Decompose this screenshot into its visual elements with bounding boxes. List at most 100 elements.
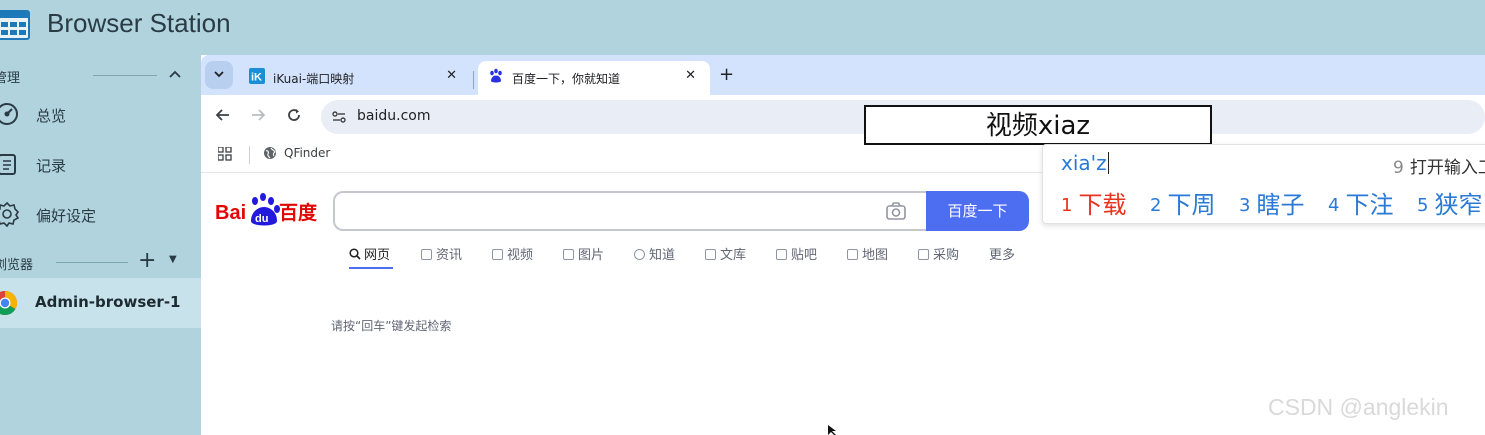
site-settings-icon[interactable] <box>331 109 347 125</box>
candidate-text: 下载 <box>1078 191 1127 219</box>
nav-more[interactable]: 更多 <box>989 244 1015 263</box>
search-icon <box>349 248 361 260</box>
hint-number: 9 <box>1393 158 1404 178</box>
manage-section-header[interactable]: 管理 <box>0 64 201 86</box>
nav-label: 地图 <box>862 248 889 263</box>
nav-label: 图片 <box>578 248 605 263</box>
new-tab-icon[interactable]: + <box>719 64 734 85</box>
bookmark-qfinder[interactable]: QFinder <box>263 146 330 160</box>
browsers-section-header: 浏览器 + ▼ <box>0 248 201 273</box>
candidate-number: 4 <box>1328 195 1340 216</box>
ime-candidate[interactable]: 3 瞎子 <box>1239 185 1304 220</box>
svg-text:Bai: Bai <box>215 202 246 224</box>
baidu-search-button[interactable]: 百度一下 <box>926 191 1029 231</box>
sidebar-item-label: 记录 <box>36 157 67 175</box>
browsers-section-label: 浏览器 <box>0 258 34 273</box>
ime-candidate[interactable]: 5 狭窄 <box>1417 185 1482 220</box>
browser-window: iK iKuai-端口映射 ✕ 百度一下，你就知道 ✕ + baidu.com … <box>201 55 1485 435</box>
candidate-text: 下注 <box>1345 191 1394 219</box>
tab-search-button[interactable] <box>205 61 233 89</box>
dashboard-icon <box>0 103 18 125</box>
svg-text:百度: 百度 <box>279 201 318 224</box>
apps-grid-icon[interactable] <box>218 147 232 161</box>
clipboard-icon <box>0 154 16 175</box>
url-text: baidu.com <box>357 108 431 124</box>
ime-candidate[interactable]: 2 下周 <box>1150 185 1215 220</box>
chevron-down-icon <box>214 71 224 78</box>
caret-down-icon[interactable]: ▼ <box>169 254 177 265</box>
baidu-logo[interactable]: Bai du 百度 <box>215 191 321 229</box>
nav-wenku[interactable]: 文库 <box>705 244 746 263</box>
active-browser-label: Admin-browser-1 <box>35 293 181 311</box>
hint-text: 打开输入工具箱 <box>1409 158 1485 178</box>
map-icon <box>847 249 858 260</box>
baidu-search-input[interactable] <box>333 191 927 231</box>
tab-divider <box>473 71 474 89</box>
close-tab-icon[interactable]: ✕ <box>446 68 457 83</box>
ime-candidate[interactable]: 4 下注 <box>1328 185 1393 220</box>
sidebar-item-preferences[interactable]: 偏好设定 <box>0 193 201 235</box>
manage-section-label: 管理 <box>0 71 21 86</box>
close-tab-icon[interactable]: ✕ <box>685 68 696 83</box>
candidate-text: 瞎子 <box>1256 191 1305 219</box>
nav-label: 知道 <box>649 248 676 263</box>
gear-icon <box>0 201 20 227</box>
sidebar-item-overview[interactable]: 总览 <box>0 93 201 135</box>
nav-video[interactable]: 视频 <box>492 244 533 263</box>
paw-icon <box>776 249 787 260</box>
bookmark-divider <box>249 146 250 164</box>
question-icon <box>634 249 645 260</box>
sidebar-item-admin-browser[interactable]: Admin-browser-1 <box>0 278 201 328</box>
ime-toolbox-hint[interactable]: 9打开输入工具箱 <box>1393 153 1485 178</box>
back-arrow-icon[interactable] <box>215 107 231 123</box>
svg-text:iK: iK <box>251 72 262 84</box>
image-icon <box>563 249 574 260</box>
ime-candidate-window: xia'z 9打开输入工具箱 1下载 2下周 3瞎子 4下注 5狭窄 <box>1042 144 1485 224</box>
app-title: Browser Station <box>47 8 231 38</box>
tab-ikuai[interactable]: iK iKuai-端口映射 ✕ <box>239 61 471 95</box>
nav-news[interactable]: 资讯 <box>421 244 462 263</box>
section-divider <box>93 75 157 76</box>
sidebar-item-label: 偏好设定 <box>36 207 97 225</box>
ime-candidate[interactable]: 1 下载 <box>1061 185 1126 220</box>
candidate-text: 下周 <box>1167 191 1216 219</box>
nav-purchase[interactable]: 采购 <box>918 244 959 263</box>
shopping-icon <box>918 249 929 260</box>
nav-label: 贴吧 <box>791 248 818 263</box>
nav-zhidao[interactable]: 知道 <box>634 244 675 263</box>
candidate-number: 3 <box>1239 195 1251 216</box>
globe-icon <box>264 147 276 159</box>
camera-icon[interactable] <box>885 201 907 221</box>
add-browser-icon[interactable]: + <box>138 248 156 273</box>
watermark: CSDN @anglekin <box>1268 394 1449 420</box>
nav-web[interactable]: 网页 <box>349 244 390 263</box>
nav-tieba[interactable]: 贴吧 <box>776 244 817 263</box>
sidebar: 管理 总览 记录 偏好设定 浏览器 + ▼ Admin-browser-1 <box>0 55 201 435</box>
chevron-up-icon[interactable] <box>168 64 182 84</box>
ime-composition-box: 视频xiaz <box>864 105 1212 145</box>
news-icon <box>421 249 432 260</box>
nav-images[interactable]: 图片 <box>563 244 604 263</box>
video-icon <box>492 249 503 260</box>
svg-text:du: du <box>255 213 268 225</box>
sidebar-item-logs[interactable]: 记录 <box>0 143 201 185</box>
nav-label: 资讯 <box>436 248 463 263</box>
candidate-text: 狭窄 <box>1434 191 1483 219</box>
tab-baidu[interactable]: 百度一下，你就知道 ✕ <box>478 61 710 95</box>
chrome-icon <box>0 291 18 315</box>
reload-icon[interactable] <box>286 107 302 123</box>
section-divider <box>56 262 128 263</box>
candidate-number: 5 <box>1417 195 1429 216</box>
nav-label: 采购 <box>933 248 960 263</box>
candidate-number: 2 <box>1150 195 1162 216</box>
tab-strip: iK iKuai-端口映射 ✕ 百度一下，你就知道 ✕ + <box>201 55 1485 95</box>
browser-station-logo-icon <box>0 10 30 40</box>
forward-arrow-icon[interactable] <box>250 107 266 123</box>
ime-pinyin: xia'z <box>1061 151 1109 175</box>
nav-label: 网页 <box>364 248 391 263</box>
candidate-number: 1 <box>1061 195 1073 216</box>
bookmark-label: QFinder <box>284 146 331 160</box>
baidu-paw-icon <box>490 68 502 83</box>
nav-map[interactable]: 地图 <box>847 244 888 263</box>
document-icon <box>705 249 716 260</box>
